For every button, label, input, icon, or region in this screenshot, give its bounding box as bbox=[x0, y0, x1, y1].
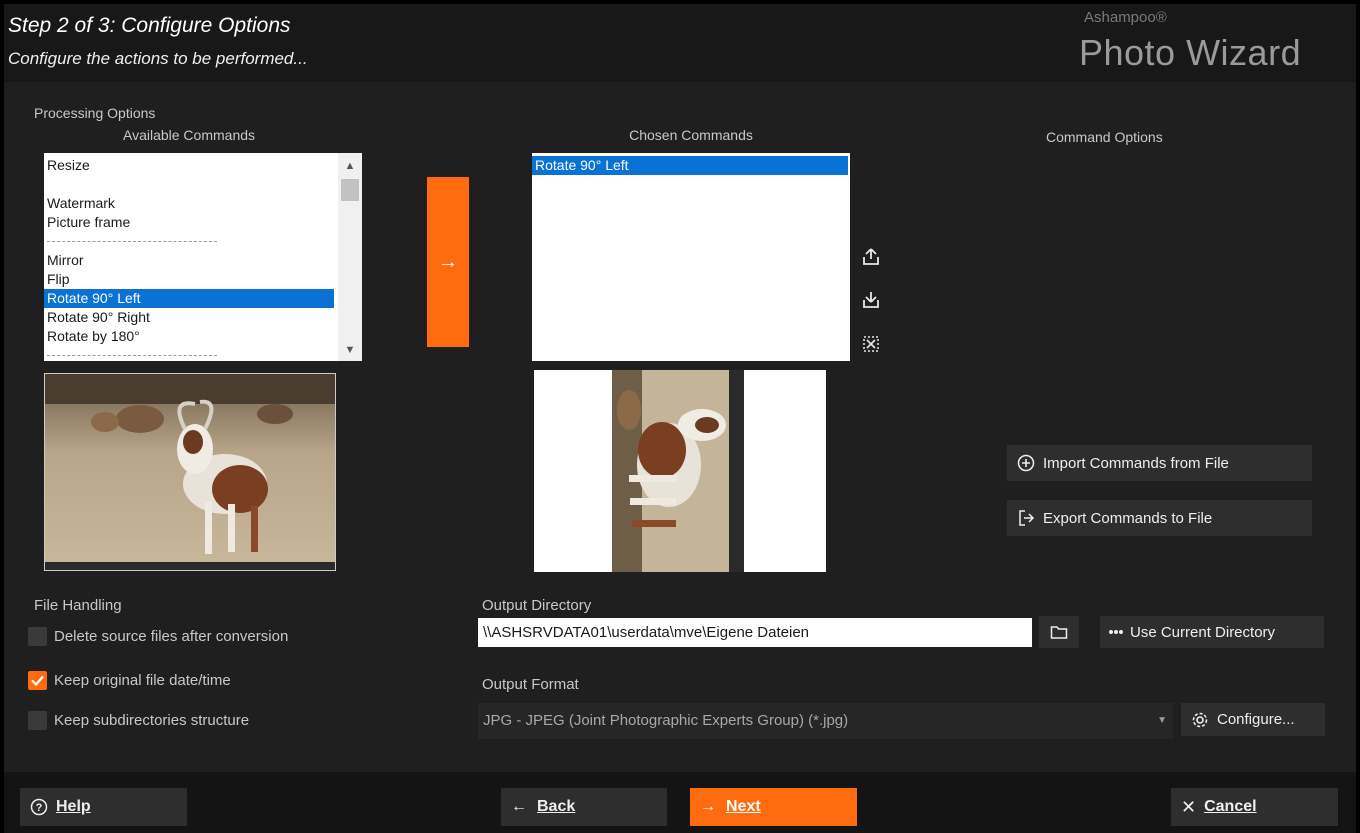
back-label: Back bbox=[537, 798, 576, 815]
scroll-up-icon[interactable]: ▲ bbox=[338, 157, 362, 175]
svg-text:?: ? bbox=[36, 802, 43, 814]
use-current-directory-button[interactable]: Use Current Directory bbox=[1100, 616, 1324, 648]
delete-source-label: Delete source files after conversion bbox=[54, 628, 289, 645]
chevron-down-icon: ▼ bbox=[1157, 715, 1167, 726]
remove-command-icon[interactable] bbox=[856, 329, 886, 359]
result-preview-image bbox=[534, 370, 826, 572]
output-format-value: JPG - JPEG (Joint Photographic Experts G… bbox=[483, 712, 849, 729]
available-command-item[interactable]: Rotate 90° Left bbox=[44, 289, 334, 308]
output-format-label: Output Format bbox=[482, 676, 579, 693]
keep-date-option[interactable]: Keep original file date/time bbox=[28, 671, 231, 690]
available-command-item[interactable]: Picture frame bbox=[44, 213, 334, 232]
original-preview-image bbox=[44, 373, 336, 571]
use-current-directory-label: Use Current Directory bbox=[1130, 623, 1276, 641]
gear-icon bbox=[1191, 711, 1209, 729]
scroll-thumb[interactable] bbox=[341, 179, 359, 201]
step-subtitle: Configure the actions to be performed... bbox=[8, 49, 308, 68]
header-bar: Step 2 of 3: Configure Options Configure… bbox=[4, 4, 1356, 82]
available-command-item[interactable]: Rotate by 180° bbox=[44, 327, 334, 346]
list-separator bbox=[44, 232, 334, 251]
next-label: Next bbox=[726, 798, 761, 815]
available-command-item[interactable]: Resize bbox=[44, 156, 334, 175]
help-button[interactable]: ? Help bbox=[20, 788, 187, 826]
keep-date-checkbox[interactable] bbox=[28, 671, 47, 690]
close-icon: ✕ bbox=[1181, 796, 1197, 817]
available-list-scrollbar[interactable]: ▲ ▼ bbox=[338, 153, 362, 361]
browse-folder-button[interactable] bbox=[1039, 616, 1079, 648]
configure-label: Configure... bbox=[1217, 711, 1295, 728]
chosen-commands-label: Chosen Commands bbox=[629, 127, 753, 143]
available-commands-list[interactable]: Resize Watermark Picture frame Mirror Flip Ro… bbox=[44, 153, 362, 361]
delete-source-option[interactable]: Delete source files after conversion bbox=[28, 627, 288, 646]
cancel-button[interactable]: ✕ Cancel bbox=[1171, 788, 1338, 826]
help-label: Help bbox=[56, 798, 91, 815]
next-button[interactable]: → Next bbox=[690, 788, 857, 826]
keep-subdirs-option[interactable]: Keep subdirectories structure bbox=[28, 711, 249, 730]
configure-button[interactable]: Configure... bbox=[1181, 703, 1325, 736]
back-button[interactable]: ← Back bbox=[501, 788, 667, 826]
scroll-down-icon[interactable]: ▼ bbox=[338, 341, 362, 359]
keep-subdirs-label: Keep subdirectories structure bbox=[54, 712, 250, 729]
cancel-label: Cancel bbox=[1204, 798, 1257, 815]
add-circle-icon bbox=[1017, 454, 1035, 472]
import-commands-label: Import Commands from File bbox=[1043, 454, 1229, 472]
output-directory-label: Output Directory bbox=[482, 597, 592, 614]
arrow-right-icon: → bbox=[700, 798, 716, 815]
output-format-select[interactable]: JPG - JPEG (Joint Photographic Experts G… bbox=[478, 703, 1173, 739]
footer-bar bbox=[4, 772, 1356, 833]
wizard-window: Step 2 of 3: Configure Options Configure… bbox=[4, 4, 1356, 833]
export-commands-button[interactable]: Export Commands to File bbox=[1007, 500, 1312, 536]
import-commands-button[interactable]: Import Commands from File bbox=[1007, 445, 1312, 481]
keep-subdirs-checkbox[interactable] bbox=[28, 711, 47, 730]
export-commands-label: Export Commands to File bbox=[1043, 509, 1213, 527]
arrow-left-icon: ← bbox=[511, 798, 527, 815]
processing-options-label: Processing Options bbox=[34, 105, 156, 121]
available-command-item[interactable]: Watermark bbox=[44, 194, 334, 213]
output-directory-field[interactable]: \\ASHSRVDATA01\userdata\mve\Eigene Datei… bbox=[478, 618, 1032, 647]
command-options-label: Command Options bbox=[1046, 129, 1163, 145]
checkmark-icon bbox=[31, 675, 44, 686]
move-up-icon[interactable] bbox=[856, 242, 886, 272]
more-dots-icon bbox=[1108, 629, 1124, 635]
delete-source-checkbox[interactable] bbox=[28, 627, 47, 646]
move-down-icon[interactable] bbox=[856, 285, 886, 315]
file-handling-label: File Handling bbox=[34, 597, 122, 614]
brand-company: Ashampoo® bbox=[1084, 9, 1167, 26]
available-command-item[interactable]: Rotate 90° Right bbox=[44, 308, 334, 327]
export-icon bbox=[1017, 509, 1035, 527]
brand-product: Photo Wizard bbox=[1079, 32, 1302, 73]
list-separator bbox=[44, 346, 334, 361]
available-command-item[interactable]: Flip bbox=[44, 270, 334, 289]
step-title: Step 2 of 3: Configure Options bbox=[8, 14, 291, 37]
add-command-button[interactable]: → bbox=[427, 177, 469, 347]
available-commands-label: Available Commands bbox=[122, 127, 256, 143]
folder-icon bbox=[1050, 626, 1068, 639]
keep-date-label: Keep original file date/time bbox=[54, 672, 231, 689]
available-command-item[interactable]: Mirror bbox=[44, 251, 334, 270]
help-circle-icon: ? bbox=[30, 798, 48, 816]
chosen-commands-list[interactable]: Rotate 90° Left bbox=[532, 153, 850, 361]
chosen-command-item[interactable]: Rotate 90° Left bbox=[532, 156, 848, 175]
